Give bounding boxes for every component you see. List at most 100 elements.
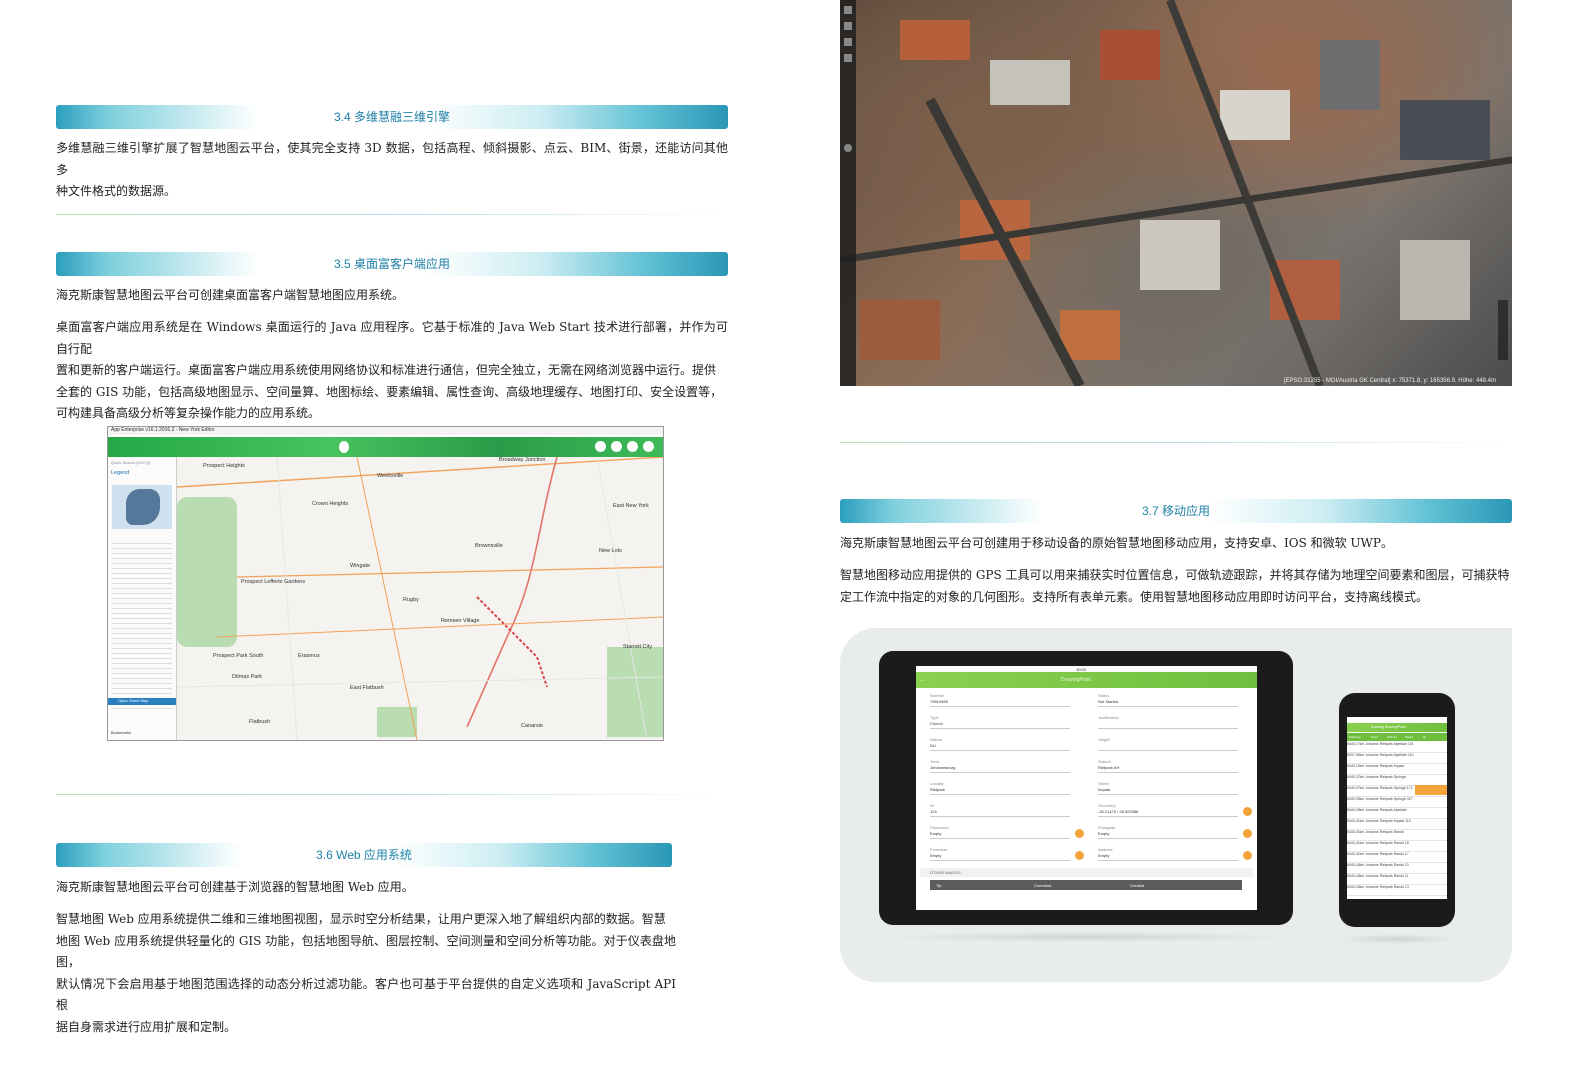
field-input[interactable]: Church (930, 721, 1070, 729)
desktop-app-screenshot: App Enterprise v16.1.2016.2 - New York E… (107, 426, 664, 741)
para-line: 可构建具备高级分析等复杂操作能力的应用系统。 (56, 406, 321, 420)
camera-button[interactable] (1243, 851, 1252, 860)
map-label: East New York (613, 503, 649, 509)
table-row[interactable]: 5337,95km Johanne Rietpark Alpetiale 110 (1347, 753, 1447, 764)
table-header: Comment (1034, 883, 1052, 888)
map-view[interactable]: Prospect Heights Weeksville Broadway Jun… (177, 457, 663, 740)
field-input[interactable]: 124 (930, 809, 1070, 817)
section-3-4-paragraph: 多维慧融三维引擎扩展了智慧地图云平台，使其完全支持 3D 数据，包括高程、倾斜摄… (56, 138, 728, 203)
table-header: Created (1130, 883, 1145, 888)
info-icon[interactable] (844, 144, 852, 152)
layer-label: Open Street Map (118, 698, 149, 703)
para-line: 多维慧融三维引擎扩展了智慧地图云平台，使其完全支持 3D 数据，包括高程、倾斜摄… (56, 141, 728, 177)
field-input[interactable]: 79810985 (930, 699, 1070, 707)
table-header: Nr (1423, 735, 1427, 739)
field-input[interactable]: Empty (1098, 853, 1238, 861)
table-row[interactable]: 5440,17km Johanne Rietpark Alpetiale 101 (1347, 742, 1447, 753)
field-label: Town (930, 759, 940, 764)
section-3-6-paragraph: 智慧地图 Web 应用系统提供二维和三维地图视图，显示时空分析结果，让用户更深入… (56, 909, 676, 1038)
section-title-3-5: 3.5 桌面富客户端应用 (333, 257, 451, 271)
field-input[interactable]: Not Started (1098, 699, 1238, 707)
road-network (177, 457, 663, 740)
field-input[interactable]: DU (930, 743, 1070, 751)
field-label: Suburb (1098, 759, 1111, 764)
zoom-controls[interactable] (1498, 300, 1508, 360)
divider (56, 794, 728, 795)
desktop-window-title: App Enterprise v16.1.2016.2 - New York E… (108, 427, 663, 435)
para-line: 智慧地图移动应用提供的 GPS 工具可以用来捕获实时位置信息，可做轨迹跟踪，并将… (840, 568, 1510, 582)
map-label: Flatbush (249, 719, 271, 725)
table-row[interactable]: 5440,41km Johanne Rietpark Impala 110 (1347, 819, 1447, 830)
map-label: Ditmas Park (232, 674, 262, 680)
map-label: Canarsie (521, 723, 544, 729)
globe-icon (611, 441, 622, 452)
section-3-7-paragraph: 智慧地图移动应用提供的 GPS 工具可以用来捕获实时位置信息，可做轨迹跟踪，并将… (840, 565, 1512, 608)
map-label: New Lots (599, 548, 622, 554)
table-row[interactable]: 5440,43km Johanne Rietpark Rands 13 (1347, 885, 1447, 896)
map-label: Prospect Lefferts Gardens (241, 579, 306, 585)
table-row[interactable]: 5440,41km Johanne Rietpark Rands 17 (1347, 852, 1447, 863)
field-label: Panorama (930, 825, 949, 830)
section-title-3-7: 3.7 移动应用 (1141, 504, 1211, 518)
phone-screen: Drawing DrawingPoint Distance Town Subur… (1347, 717, 1447, 899)
bookmarks-tab[interactable]: Bookmarks (111, 730, 131, 735)
map-label: Crown Heights (312, 501, 349, 507)
streets (840, 0, 1512, 386)
map-label: Weeksville (377, 473, 404, 479)
section-header-3-6: 3.6 Web 应用系统 (56, 843, 672, 867)
camera-icon[interactable] (844, 38, 852, 46)
back-arrow-icon[interactable]: ← (920, 677, 926, 683)
field-label: Justification (1098, 715, 1119, 720)
location-button[interactable] (1243, 807, 1252, 816)
table-row[interactable]: 5440,19km Johanne Rietpark Impala (1347, 764, 1447, 775)
map-shape (126, 489, 160, 525)
map-label: Broadway Junction (499, 457, 546, 463)
field-label: Number (930, 693, 945, 698)
table-row[interactable]: 5440,41km Johanne Rietpark Rands 15 (1347, 841, 1447, 852)
field-label: Geometry (1098, 803, 1116, 808)
map-label: Prospect Heights (203, 463, 245, 469)
quick-search-input[interactable]: Quick Search (Ctrl+Q) (111, 460, 150, 465)
section-3-6-intro: 海克斯康智慧地图云平台可创建基于浏览器的智慧地图 Web 应用。 (56, 880, 414, 894)
camera-button[interactable] (1075, 829, 1084, 838)
field-input[interactable]: Rietpark AH (1098, 765, 1238, 773)
table-row[interactable]: 5440,39km Johanne Rietpark Alpetiale (1347, 808, 1447, 819)
tablet-screen: 10:02 ← DrawingPoint Number 79810985 Typ… (916, 666, 1257, 910)
map-label: Wingate (350, 563, 371, 569)
table-row[interactable]: 5440,39km Johanne Rietpark Springb 327 (1347, 797, 1447, 808)
field-input[interactable]: Empty (1098, 831, 1238, 839)
field-label: Status (1098, 693, 1110, 698)
camera-button[interactable] (1243, 829, 1252, 838)
para-line: 种文件格式的数据源。 (56, 184, 177, 198)
table-row[interactable]: 5440,43km Johanne Rietpark Rands 11 (1347, 874, 1447, 885)
viewer-toolbar (840, 0, 856, 386)
table-header: Town (1371, 735, 1379, 739)
map-label: Starrett City (623, 644, 653, 650)
table-row[interactable]: 5440,43km Johanne Rietpark Rands 10 (1347, 863, 1447, 874)
section-3-5-paragraph: 桌面富客户端应用系统是在 Windows 桌面运行的 Java 应用程序。它基于… (56, 317, 728, 425)
layer-item-open-street-map[interactable]: Open Street Map (108, 698, 176, 705)
legend-panel: Quick Search (Ctrl+Q) Legend Open Street… (108, 457, 177, 740)
field-input[interactable] (1098, 721, 1238, 729)
other-images-label: OTHER IMAGES (930, 870, 961, 875)
section-header-3-4: 3.4 多维慧融三维引擎 (56, 105, 728, 129)
bookmark-icon[interactable] (844, 22, 852, 30)
field-label: Address (1098, 847, 1113, 852)
field-label: Nr (930, 803, 935, 808)
field-input[interactable]: Empty (930, 853, 1070, 861)
layers-icon[interactable] (844, 6, 852, 14)
field-input[interactable] (1098, 743, 1238, 751)
camera-button[interactable] (1075, 851, 1084, 860)
bookmark-icon (339, 441, 349, 453)
images-table-header: Tip Comment Created (930, 880, 1242, 890)
para-line: 据自身需求进行应用扩展和定制。 (56, 1019, 237, 1034)
field-input[interactable]: -26.21479 / 28.002086 (1098, 809, 1238, 817)
field-input[interactable]: Johannesburg (930, 765, 1070, 773)
map-label: Remsen Village (441, 618, 480, 624)
row-action-buttons[interactable] (1415, 785, 1447, 795)
table-row[interactable]: 5440,41km Johanne Rietpark Rands (1347, 830, 1447, 841)
field-input[interactable]: Rietpark (930, 787, 1070, 795)
measure-icon[interactable] (844, 54, 852, 62)
field-input[interactable]: Impala (1098, 787, 1238, 795)
field-input[interactable]: Empty (930, 831, 1070, 839)
